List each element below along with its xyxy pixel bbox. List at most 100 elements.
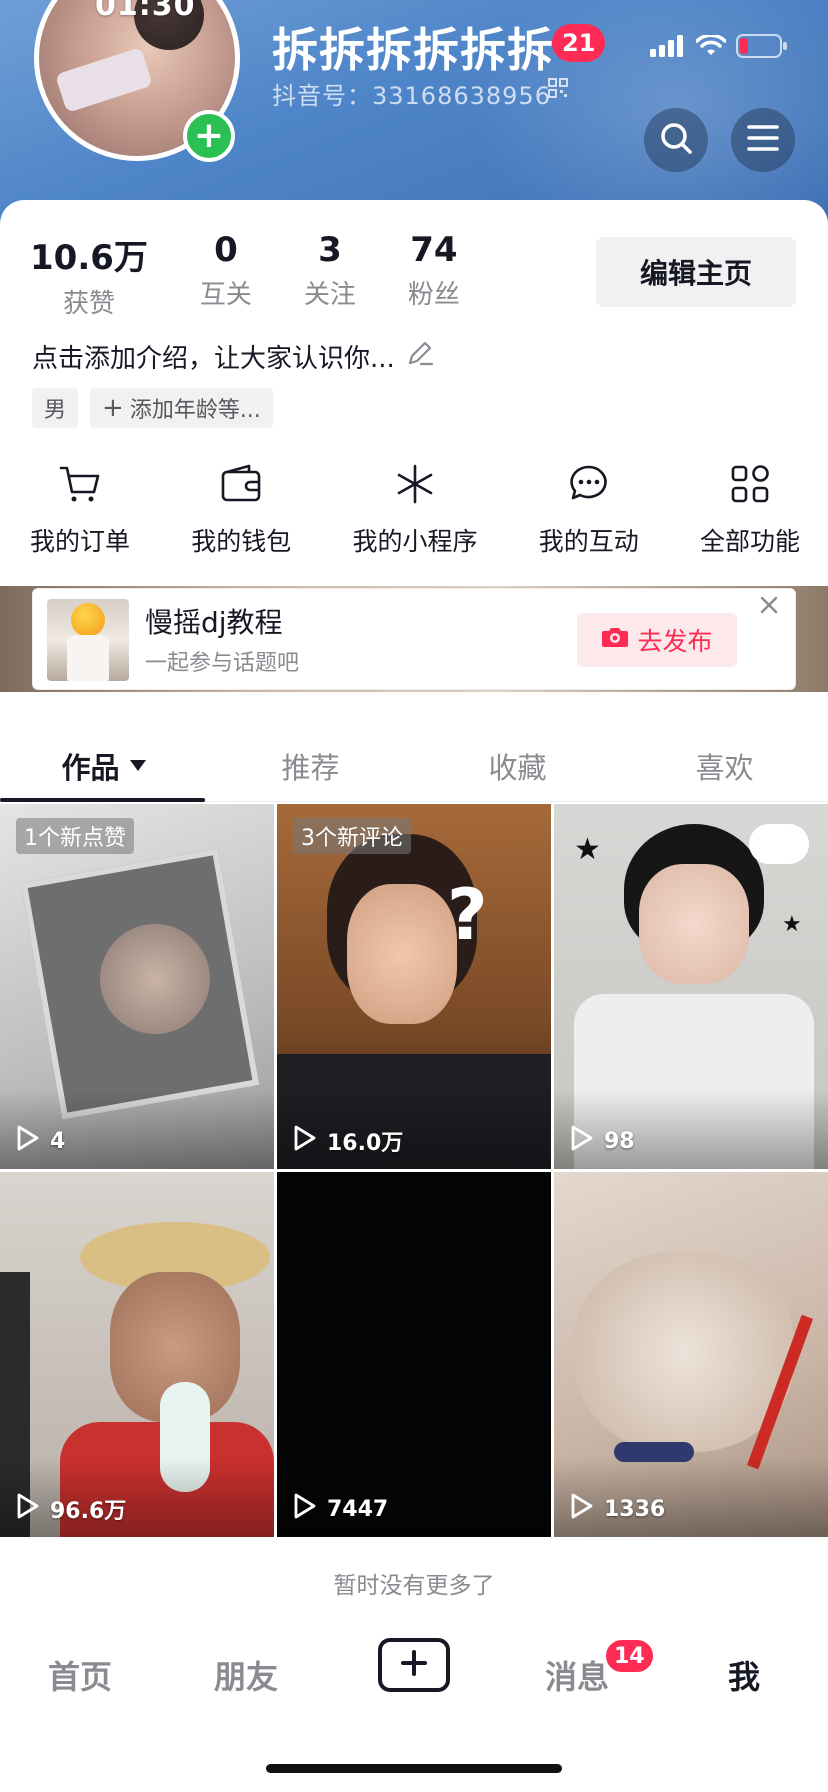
star-art: ★ <box>574 832 601 867</box>
caret-down-icon <box>129 760 146 771</box>
messages-badge: 14 <box>604 1638 655 1674</box>
stat-label: 粉丝 <box>407 280 460 310</box>
bio[interactable]: 点击添加介绍，让大家认识你... <box>32 338 435 375</box>
tab-likes[interactable]: 喜欢 <box>621 730 828 801</box>
face-art <box>639 864 749 984</box>
collage-face <box>100 924 210 1034</box>
camera-icon <box>601 625 629 655</box>
add-avatar-button[interactable]: + <box>183 110 235 162</box>
wallet-icon <box>219 462 263 510</box>
stat-following[interactable]: 3 关注 <box>304 230 356 320</box>
quick-action-all-features[interactable]: 全部功能 <box>700 462 800 558</box>
stat-mutual[interactable]: 0 互关 <box>200 230 252 320</box>
blanket-art <box>574 1252 794 1452</box>
topic-subtitle: 一起参与话题吧 <box>145 651 300 676</box>
publish-button[interactable]: 去发布 <box>577 613 737 667</box>
nav-friends[interactable]: 朋友 <box>214 1652 278 1698</box>
plus-icon: + <box>102 393 124 423</box>
video-thumbnail[interactable]: 1336 <box>554 1172 828 1537</box>
view-count: 16.0万 <box>293 1125 403 1157</box>
stat-value: 74 <box>410 230 458 270</box>
topic-banner[interactable]: 慢摇dj教程 一起参与话题吧 去发布 <box>32 588 796 690</box>
profile-tags: 男 + 添加年龄等... <box>32 388 273 428</box>
stat-followers[interactable]: 74 粉丝 <box>408 230 460 320</box>
menu-icon <box>747 124 779 156</box>
video-thumbnail[interactable]: ★ ★ 98 <box>554 804 828 1169</box>
video-thumbnail[interactable]: 96.6万 <box>0 1172 274 1537</box>
tab-works[interactable]: 作品 <box>0 730 207 802</box>
view-count: 7447 <box>293 1493 388 1525</box>
wifi-icon <box>695 33 727 61</box>
view-count-text: 4 <box>50 1128 66 1154</box>
stat-value: 3 <box>318 230 342 270</box>
quick-action-orders[interactable]: 我的订单 <box>30 462 130 558</box>
pencil-icon <box>405 338 435 375</box>
quick-action-interactions[interactable]: 我的互动 <box>539 462 639 558</box>
quick-actions: 我的订单 我的钱包 我的小程序 我的互动 全部功能 <box>0 462 828 558</box>
view-count-text: 16.0万 <box>327 1131 404 1156</box>
view-count: 98 <box>570 1125 635 1157</box>
object-art <box>614 1442 694 1462</box>
stat-label: 获赞 <box>62 289 115 319</box>
video-thumbnail[interactable]: 1个新点赞 4 <box>0 804 274 1169</box>
add-age-tag[interactable]: + 添加年龄等... <box>90 388 273 428</box>
bio-text: 点击添加介绍，让大家认识你... <box>32 344 395 374</box>
create-button[interactable] <box>378 1638 450 1692</box>
question-mark-art: ? <box>447 874 488 956</box>
new-comments-badge: 3个新评论 <box>293 818 411 854</box>
username: 拆拆拆拆拆拆 <box>272 23 554 77</box>
topic-banner-background: 慢摇dj教程 一起参与话题吧 去发布 <box>0 586 828 692</box>
view-count: 4 <box>16 1125 65 1157</box>
stat-likes[interactable]: 10.6万 获赞 <box>30 230 148 320</box>
topic-thumbnail <box>47 599 129 681</box>
view-count-text: 96.6万 <box>50 1499 127 1524</box>
play-icon <box>16 1493 40 1525</box>
plus-icon <box>399 1648 429 1682</box>
face-art <box>347 884 457 1024</box>
bottom-navigation: 首页 朋友 消息 14 我 <box>0 1630 828 1720</box>
view-count-text: 1336 <box>604 1496 666 1522</box>
menu-button[interactable] <box>731 108 795 172</box>
quick-action-mini-programs[interactable]: 我的小程序 <box>352 462 477 558</box>
nav-me[interactable]: 我 <box>728 1652 760 1698</box>
stats-row: 10.6万 获赞 0 互关 3 关注 74 粉丝 <box>30 230 512 320</box>
quick-action-label: 我的小程序 <box>352 527 478 556</box>
avatar-art-ribbon <box>55 47 153 113</box>
video-thumbnail[interactable]: ? 3个新评论 16.0万 <box>277 804 551 1169</box>
play-icon <box>293 1125 317 1157</box>
end-of-list-text: 暂时没有更多了 <box>333 1573 495 1599</box>
nav-home[interactable]: 首页 <box>48 1652 112 1698</box>
star-art: ★ <box>782 912 802 937</box>
content-tabs: 作品 推荐 收藏 喜欢 <box>0 730 828 802</box>
quick-action-wallet[interactable]: 我的钱包 <box>191 462 291 558</box>
tab-favorites[interactable]: 收藏 <box>414 730 621 801</box>
qr-code-icon[interactable] <box>548 78 568 102</box>
play-icon <box>570 1493 594 1525</box>
profile-sheet: 10.6万 获赞 0 互关 3 关注 74 粉丝 编辑主页 点击添加介绍，让大家… <box>0 200 828 1792</box>
view-count: 1336 <box>570 1493 665 1525</box>
tab-recommended[interactable]: 推荐 <box>207 730 414 801</box>
notification-badge[interactable]: 21 <box>552 24 606 62</box>
add-age-label: 添加年龄等... <box>129 398 261 423</box>
search-button[interactable] <box>644 108 708 172</box>
stat-value: 10.6万 <box>30 238 148 278</box>
nav-messages[interactable]: 消息 <box>545 1652 609 1698</box>
view-count: 96.6万 <box>16 1493 126 1525</box>
cart-icon <box>58 462 102 510</box>
view-count-text: 98 <box>604 1128 635 1154</box>
quick-action-label: 全部功能 <box>699 527 800 556</box>
edit-profile-button[interactable]: 编辑主页 <box>596 237 796 307</box>
close-icon[interactable] <box>757 593 781 621</box>
quick-action-label: 我的钱包 <box>191 527 292 556</box>
mini-program-icon <box>393 462 437 510</box>
quick-action-label: 我的订单 <box>30 527 131 556</box>
status-bar-icons <box>650 33 788 62</box>
battery-icon <box>736 34 788 62</box>
play-icon <box>293 1493 317 1525</box>
play-icon <box>570 1125 594 1157</box>
video-thumbnail[interactable]: 7447 <box>277 1172 551 1537</box>
emoji-sticker <box>71 603 105 637</box>
home-indicator <box>266 1764 562 1773</box>
douyin-id[interactable]: 抖音号：33168638956 <box>272 76 551 111</box>
gender-tag[interactable]: 男 <box>32 388 79 428</box>
